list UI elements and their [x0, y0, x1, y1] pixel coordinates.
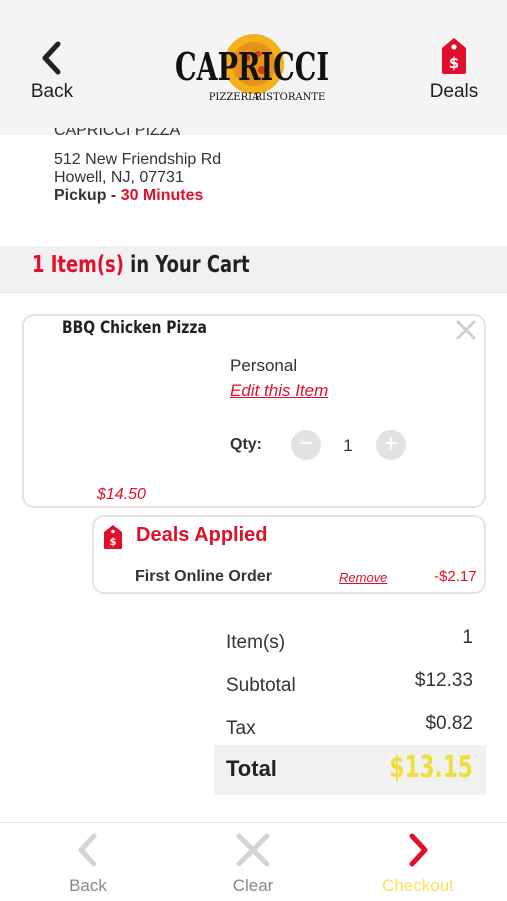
svg-text:PIZZERIA: PIZZERIA	[209, 92, 260, 103]
close-icon	[236, 833, 270, 867]
qty-increase-button[interactable]: +	[376, 430, 406, 460]
subtotal-value: $12.33	[414, 670, 473, 691]
item-size: Personal	[230, 356, 298, 375]
store-name-partial: CAPRICCI PIZZA	[54, 128, 181, 138]
deal-tag-icon: $	[103, 524, 123, 555]
bottom-back-label: Back	[69, 876, 107, 895]
items-count-label: Item(s)	[226, 632, 286, 653]
deals-button[interactable]: $ Deals	[420, 36, 488, 103]
deal-name: First Online Order	[135, 568, 272, 585]
deals-label: Deals	[429, 81, 479, 102]
chevron-right-icon	[409, 833, 428, 867]
svg-text:$: $	[449, 54, 459, 72]
minus-icon: −	[298, 430, 313, 457]
pickup-info: Pickup - 30 Minutes	[54, 186, 203, 205]
tax-label: Tax	[226, 718, 256, 739]
cart-count: 1 Item(s)	[32, 252, 124, 278]
total-label: Total	[226, 756, 277, 781]
store-address-line2: Howell, NJ, 07731	[54, 169, 184, 186]
subtotal-label: Subtotal	[226, 675, 296, 696]
logo-graphic: CAPRICCI PIZZERIA RISTORANTE	[175, 34, 329, 103]
back-button[interactable]: Back	[22, 40, 82, 103]
deals-applied-title: Deals Applied	[136, 524, 268, 546]
close-icon	[456, 320, 476, 340]
capricci-logo: CAPRICCI PIZZERIA RISTORANTE	[172, 30, 332, 106]
chevron-left-icon	[78, 833, 97, 867]
svg-text:RISTORANTE: RISTORANTE	[255, 92, 326, 103]
svg-text:CAPRICCI: CAPRICCI	[175, 44, 329, 89]
remove-deal-link[interactable]: Remove	[339, 570, 387, 585]
cart-item-card	[22, 314, 486, 508]
deal-amount: -$2.17	[434, 568, 477, 585]
cart-title-rest: in Your Cart	[130, 252, 250, 278]
pickup-label: Pickup -	[54, 187, 121, 204]
cart-title: 1 Item(s) in Your Cart	[32, 252, 250, 278]
pickup-time: 30 Minutes	[120, 187, 204, 204]
store-address-line1: 512 New Friendship Rd	[54, 151, 222, 168]
item-price: $14.50	[97, 486, 146, 503]
total-value: $13.15	[389, 750, 473, 785]
checkout-label: Checkout	[382, 876, 454, 895]
qty-label: Qty:	[230, 436, 262, 453]
clear-button[interactable]: Clear	[203, 832, 303, 896]
svg-text:$: $	[110, 537, 117, 548]
plus-icon: +	[383, 430, 398, 457]
items-count-value: 1	[462, 627, 473, 648]
edit-item-link[interactable]: Edit this Item	[230, 381, 328, 401]
clear-label: Clear	[232, 876, 274, 895]
item-name: BBQ Chicken Pizza	[62, 318, 207, 338]
remove-item-button[interactable]	[454, 318, 478, 342]
back-label: Back	[30, 81, 74, 102]
bottom-back-button[interactable]: Back	[38, 832, 138, 896]
chevron-left-icon	[42, 41, 61, 75]
price-tag-icon: $	[442, 38, 466, 74]
checkout-button[interactable]: Checkout	[368, 832, 468, 896]
qty-value: 1	[343, 436, 353, 455]
tax-value: $0.82	[425, 713, 473, 734]
qty-decrease-button[interactable]: −	[291, 430, 321, 460]
